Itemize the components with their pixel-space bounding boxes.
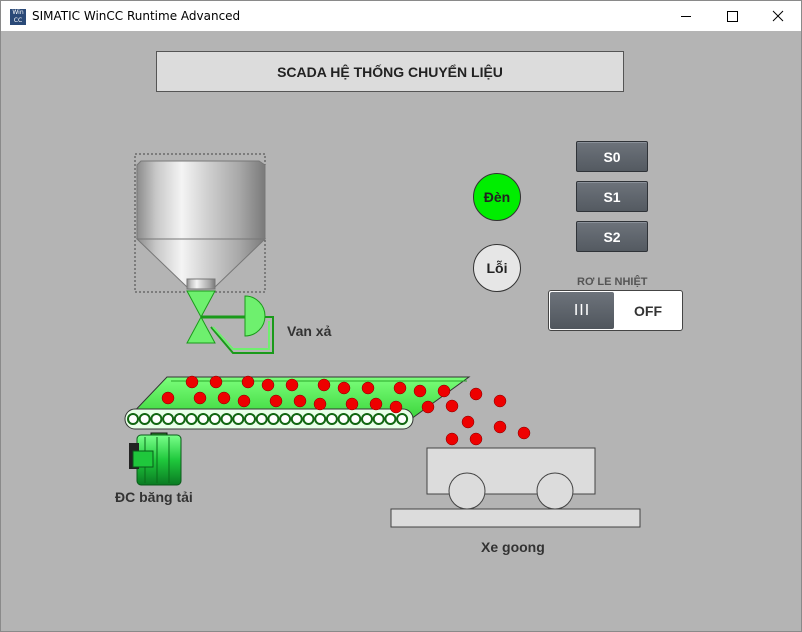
- close-button[interactable]: [755, 1, 801, 31]
- material-ball: [237, 394, 251, 408]
- material-ball: [217, 391, 231, 405]
- roller: [162, 413, 175, 425]
- material-ball: [445, 399, 459, 413]
- material-ball: [369, 397, 383, 411]
- close-icon: [772, 10, 784, 22]
- loi-lamp: Lỗi: [473, 244, 521, 292]
- material-ball: [345, 397, 359, 411]
- roller: [361, 413, 373, 425]
- material-ball: [421, 400, 435, 414]
- maximize-icon: [727, 11, 738, 22]
- mine-cart: [390, 447, 641, 528]
- material-ball: [261, 378, 275, 392]
- material-ball: [469, 432, 483, 446]
- minimize-icon: [681, 16, 691, 17]
- s2-button[interactable]: S2: [576, 221, 648, 252]
- material-ball: [317, 378, 331, 392]
- valve-label: Van xả: [287, 323, 332, 339]
- material-ball: [209, 375, 223, 389]
- roller: [197, 413, 210, 425]
- loi-lamp-label: Lỗi: [486, 260, 508, 276]
- material-ball: [313, 397, 327, 411]
- den-lamp: Đèn: [473, 173, 521, 221]
- roller: [290, 413, 303, 425]
- wincc-app-icon: Win CC: [10, 9, 26, 25]
- roller: [173, 413, 186, 425]
- material-ball: [193, 391, 207, 405]
- material-ball: [389, 400, 403, 414]
- material-ball: [517, 426, 531, 440]
- material-ball: [493, 394, 507, 408]
- switch-state-label: OFF: [634, 302, 662, 319]
- material-ball: [185, 375, 199, 389]
- material-ball: [461, 415, 475, 429]
- material-ball: [493, 420, 507, 434]
- material-ball: [445, 432, 459, 446]
- material-ball: [437, 384, 451, 398]
- roller: [314, 413, 327, 425]
- den-lamp-label: Đèn: [483, 189, 511, 205]
- roller: [185, 413, 198, 425]
- roller: [372, 413, 385, 425]
- roller: [220, 413, 233, 425]
- roller: [138, 413, 151, 425]
- material-ball: [413, 384, 427, 398]
- hopper-silo: [134, 153, 267, 293]
- hmi-screen: SCADA HỆ THỐNG CHUYỂN LIỆU Đèn Lỗi S0 S1…: [1, 31, 801, 631]
- roller: [349, 413, 362, 425]
- maximize-button[interactable]: [709, 1, 755, 31]
- material-ball: [361, 381, 375, 395]
- motor-label: ĐC băng tải: [115, 489, 193, 505]
- material-ball: [469, 387, 483, 401]
- roller: [337, 413, 350, 425]
- roller: [232, 413, 245, 425]
- roller: [396, 413, 409, 425]
- minimize-button[interactable]: [663, 1, 709, 31]
- roller: [127, 413, 139, 425]
- window-title: SIMATIC WinCC Runtime Advanced: [32, 9, 241, 23]
- wincc-window: Win CC SIMATIC WinCC Runtime Advanced SCA…: [0, 0, 802, 632]
- material-ball: [285, 378, 299, 392]
- roller: [150, 413, 163, 425]
- roller: [267, 413, 280, 425]
- material-ball: [393, 381, 407, 395]
- thermal-relay-label: RƠ LE NHIỆT: [577, 276, 648, 288]
- material-ball: [293, 394, 307, 408]
- s1-button[interactable]: S1: [576, 181, 648, 212]
- roller: [208, 413, 221, 425]
- s0-button[interactable]: S0: [576, 141, 648, 172]
- title-bar: Win CC SIMATIC WinCC Runtime Advanced: [1, 1, 801, 31]
- material-ball: [337, 381, 351, 395]
- conveyor-motor[interactable]: [129, 432, 182, 486]
- roller: [279, 413, 292, 425]
- roller: [302, 413, 315, 425]
- material-ball: [161, 391, 175, 405]
- material-ball: [241, 375, 255, 389]
- roller: [325, 413, 338, 425]
- roller: [255, 413, 268, 425]
- roller: [244, 413, 256, 425]
- switch-knob: III: [550, 292, 614, 329]
- cart-label: Xe goong: [481, 539, 545, 555]
- process-graphics: [124, 153, 641, 528]
- material-ball: [269, 394, 283, 408]
- roller: [384, 413, 397, 425]
- discharge-valve[interactable]: [186, 290, 274, 354]
- thermal-relay-switch[interactable]: III OFF: [548, 290, 683, 331]
